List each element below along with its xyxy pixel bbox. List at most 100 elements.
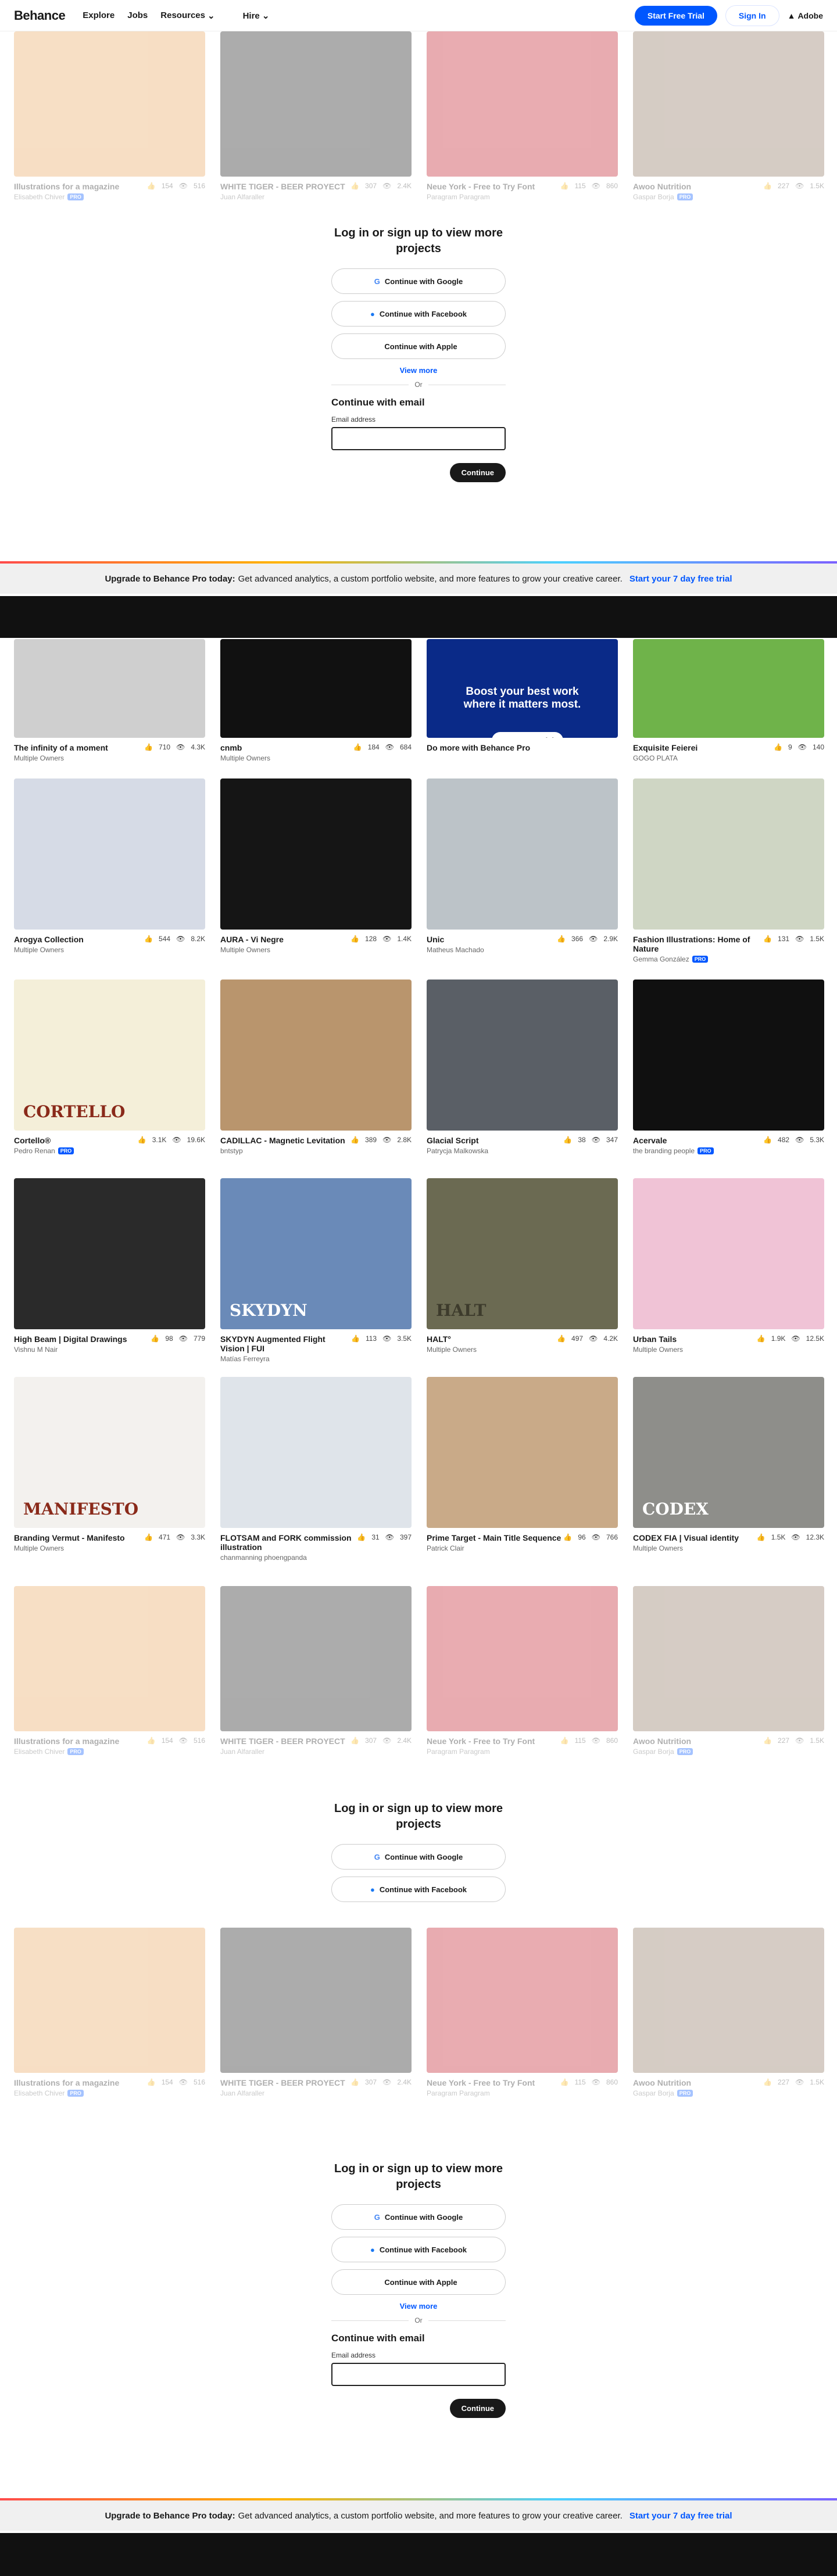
project-owner[interactable]: the branding people PRO (633, 1147, 824, 1155)
project-card[interactable]: Neue York - Free to Try Font 👍 115 👁 860 Para… (427, 31, 618, 201)
project-title[interactable]: Illustrations for a magazine (14, 182, 119, 191)
project-owner[interactable]: Elisabeth Chiver PRO (14, 2089, 205, 2097)
project-card[interactable]: Boost your best work where it matters mo… (427, 639, 618, 762)
project-card[interactable]: Illustrations for a magazine 👍 154 👁 516 Elis… (14, 31, 205, 201)
project-title[interactable]: WHITE TIGER - BEER PROYECT (220, 182, 345, 191)
project-card[interactable]: cnmb 👍 184 👁 684 Multiple Owners (220, 639, 412, 762)
project-title[interactable]: Awoo Nutrition (633, 2078, 691, 2087)
project-title[interactable]: Exquisite Feierei (633, 743, 698, 752)
project-thumbnail[interactable] (14, 778, 205, 930)
project-title[interactable]: Unic (427, 935, 444, 944)
project-thumbnail[interactable] (633, 639, 824, 738)
project-card[interactable]: Awoo Nutrition 👍 227 👁 1.5K Gaspar Borja PRO (633, 1928, 824, 2097)
project-owner[interactable]: Gaspar Borja PRO (633, 1748, 824, 1756)
project-owner[interactable]: bntstyp (220, 1147, 412, 1155)
project-card[interactable]: Illustrations for a magazine 👍 154 👁 516 Elis… (14, 1928, 205, 2097)
project-owner[interactable]: Elisabeth Chiver PRO (14, 193, 205, 201)
project-card[interactable]: Awoo Nutrition 👍 227 👁 1.5K Gaspar Borja PRO (633, 31, 824, 201)
continue-button[interactable]: Continue (449, 463, 506, 482)
project-title[interactable]: WHITE TIGER - BEER PROYECT (220, 1737, 345, 1746)
project-card[interactable]: Unic 👍 366 👁 2.9K Matheus Machado (427, 778, 618, 963)
view-more-link[interactable]: View more (331, 366, 506, 375)
project-title[interactable]: Branding Vermut - Manifesto (14, 1533, 125, 1542)
project-title[interactable]: Illustrations for a magazine (14, 2078, 119, 2087)
project-card[interactable]: Prime Target - Main Title Sequence 👍 96 👁 76… (427, 1377, 618, 1562)
project-card[interactable]: High Beam | Digital Drawings 👍 98 👁 779 Vishn… (14, 1178, 205, 1363)
project-thumbnail[interactable] (220, 639, 412, 738)
continue-facebook-button[interactable]: ● Continue with Facebook (331, 1877, 506, 1902)
project-card[interactable]: Acervale 👍 482 👁 5.3K the branding people PRO (633, 980, 824, 1155)
project-thumbnail[interactable]: Boost your best work where it matters mo… (427, 639, 618, 738)
project-title[interactable]: Awoo Nutrition (633, 1737, 691, 1746)
project-thumbnail[interactable] (427, 1377, 618, 1528)
email-input[interactable] (331, 427, 506, 450)
project-thumbnail[interactable] (220, 31, 412, 177)
project-thumbnail[interactable] (633, 1586, 824, 1731)
project-card[interactable]: WHITE TIGER - BEER PROYECT 👍 307 👁 2.4K Juan … (220, 31, 412, 201)
banner-trial-link[interactable]: Start your 7 day free trial (629, 2511, 732, 2521)
project-thumbnail[interactable] (633, 980, 824, 1131)
project-owner[interactable]: Multiple Owners (427, 1346, 618, 1354)
nav-resources[interactable]: Resources ⌄ (160, 10, 214, 21)
project-card[interactable]: Arogya Collection 👍 544 👁 8.2K Multiple Owner… (14, 778, 205, 963)
project-title[interactable]: Urban Tails (633, 1334, 677, 1344)
promo-start-trial-button[interactable]: Start Free Trial (492, 732, 564, 738)
project-owner[interactable]: Juan Alfaraller (220, 193, 412, 201)
project-owner[interactable]: Multiple Owners (633, 1544, 824, 1552)
project-thumbnail[interactable] (633, 31, 824, 177)
project-owner[interactable]: Multiple Owners (14, 1544, 205, 1552)
project-thumbnail[interactable] (427, 980, 618, 1131)
project-card[interactable]: CODEX CODEX FIA | Visual identity 👍 1.5K 👁 12… (633, 1377, 824, 1562)
nav-hire[interactable]: Hire ⌄ (243, 10, 270, 21)
project-thumbnail[interactable] (633, 1178, 824, 1329)
project-owner[interactable]: Juan Alfaraller (220, 2089, 412, 2097)
project-title[interactable]: Fashion Illustrations: Home of Nature (633, 935, 763, 953)
email-input[interactable] (331, 2363, 506, 2386)
project-title[interactable]: Acervale (633, 1136, 667, 1145)
project-title[interactable]: CODEX FIA | Visual identity (633, 1533, 739, 1542)
project-title[interactable]: Prime Target - Main Title Sequence (427, 1533, 561, 1542)
project-owner[interactable]: Multiple Owners (633, 1346, 824, 1354)
project-title[interactable]: Neue York - Free to Try Font (427, 1737, 535, 1746)
project-thumbnail[interactable]: HALT (427, 1178, 618, 1329)
project-owner[interactable]: Matías Ferreyra (220, 1355, 412, 1363)
project-card[interactable]: HALT HALT° 👍 497 👁 4.2K Multiple Owners (427, 1178, 618, 1363)
project-owner[interactable]: Multiple Owners (14, 946, 205, 954)
project-owner[interactable]: Paragram Paragram (427, 2089, 618, 2097)
continue-apple-button[interactable]: Continue with Apple (331, 2269, 506, 2295)
continue-google-button[interactable]: G Continue with Google (331, 1844, 506, 1870)
project-title[interactable]: Illustrations for a magazine (14, 1737, 119, 1746)
project-thumbnail[interactable] (14, 31, 205, 177)
continue-facebook-button[interactable]: ● Continue with Facebook (331, 301, 506, 327)
project-card[interactable]: FLOTSAM and FORK commission illustration… (220, 1377, 412, 1562)
project-owner[interactable]: Gaspar Borja PRO (633, 2089, 824, 2097)
project-title[interactable]: Cortello® (14, 1136, 51, 1145)
project-thumbnail[interactable] (14, 639, 205, 738)
project-owner[interactable]: Patrick Clair (427, 1544, 618, 1552)
project-owner[interactable]: Juan Alfaraller (220, 1748, 412, 1756)
start-free-trial-button[interactable]: Start Free Trial (634, 5, 717, 26)
project-owner[interactable]: Multiple Owners (220, 946, 412, 954)
project-owner[interactable]: GOGO PLATA (633, 754, 824, 762)
project-thumbnail[interactable] (14, 1586, 205, 1731)
project-thumbnail[interactable] (220, 1377, 412, 1528)
project-card[interactable]: Urban Tails 👍 1.9K 👁 12.5K Multiple Owners (633, 1178, 824, 1363)
project-card[interactable]: The infinity of a moment 👍 710 👁 4.3K Multipl… (14, 639, 205, 762)
project-thumbnail[interactable] (220, 1586, 412, 1731)
nav-jobs[interactable]: Jobs (127, 10, 148, 21)
project-owner[interactable]: Multiple Owners (14, 754, 205, 762)
project-card[interactable]: CORTELLO Cortello® 👍 3.1K 👁 19.6K Pedro Renan P… (14, 980, 205, 1155)
project-owner[interactable]: Paragram Paragram (427, 193, 618, 201)
project-owner[interactable]: Pedro Renan PRO (14, 1147, 205, 1155)
view-more-link[interactable]: View more (331, 2302, 506, 2310)
project-title[interactable]: WHITE TIGER - BEER PROYECT (220, 2078, 345, 2087)
project-card[interactable]: WHITE TIGER - BEER PROYECT 👍 307 👁 2.4K Juan … (220, 1928, 412, 2097)
project-title[interactable]: SKYDYN Augmented Flight Vision | FUI (220, 1334, 351, 1353)
project-thumbnail[interactable]: CODEX (633, 1377, 824, 1528)
project-thumbnail[interactable]: SKYDYN (220, 1178, 412, 1329)
project-card[interactable]: Illustrations for a magazine 👍 154 👁 516 Elis… (14, 1586, 205, 1756)
project-title[interactable]: Do more with Behance Pro (427, 743, 530, 752)
project-card[interactable]: CADILLAC - Magnetic Levitation 👍 389 👁 2.8K b… (220, 980, 412, 1155)
project-title[interactable]: cnmb (220, 743, 242, 752)
project-card[interactable]: WHITE TIGER - BEER PROYECT 👍 307 👁 2.4K Juan … (220, 1586, 412, 1756)
